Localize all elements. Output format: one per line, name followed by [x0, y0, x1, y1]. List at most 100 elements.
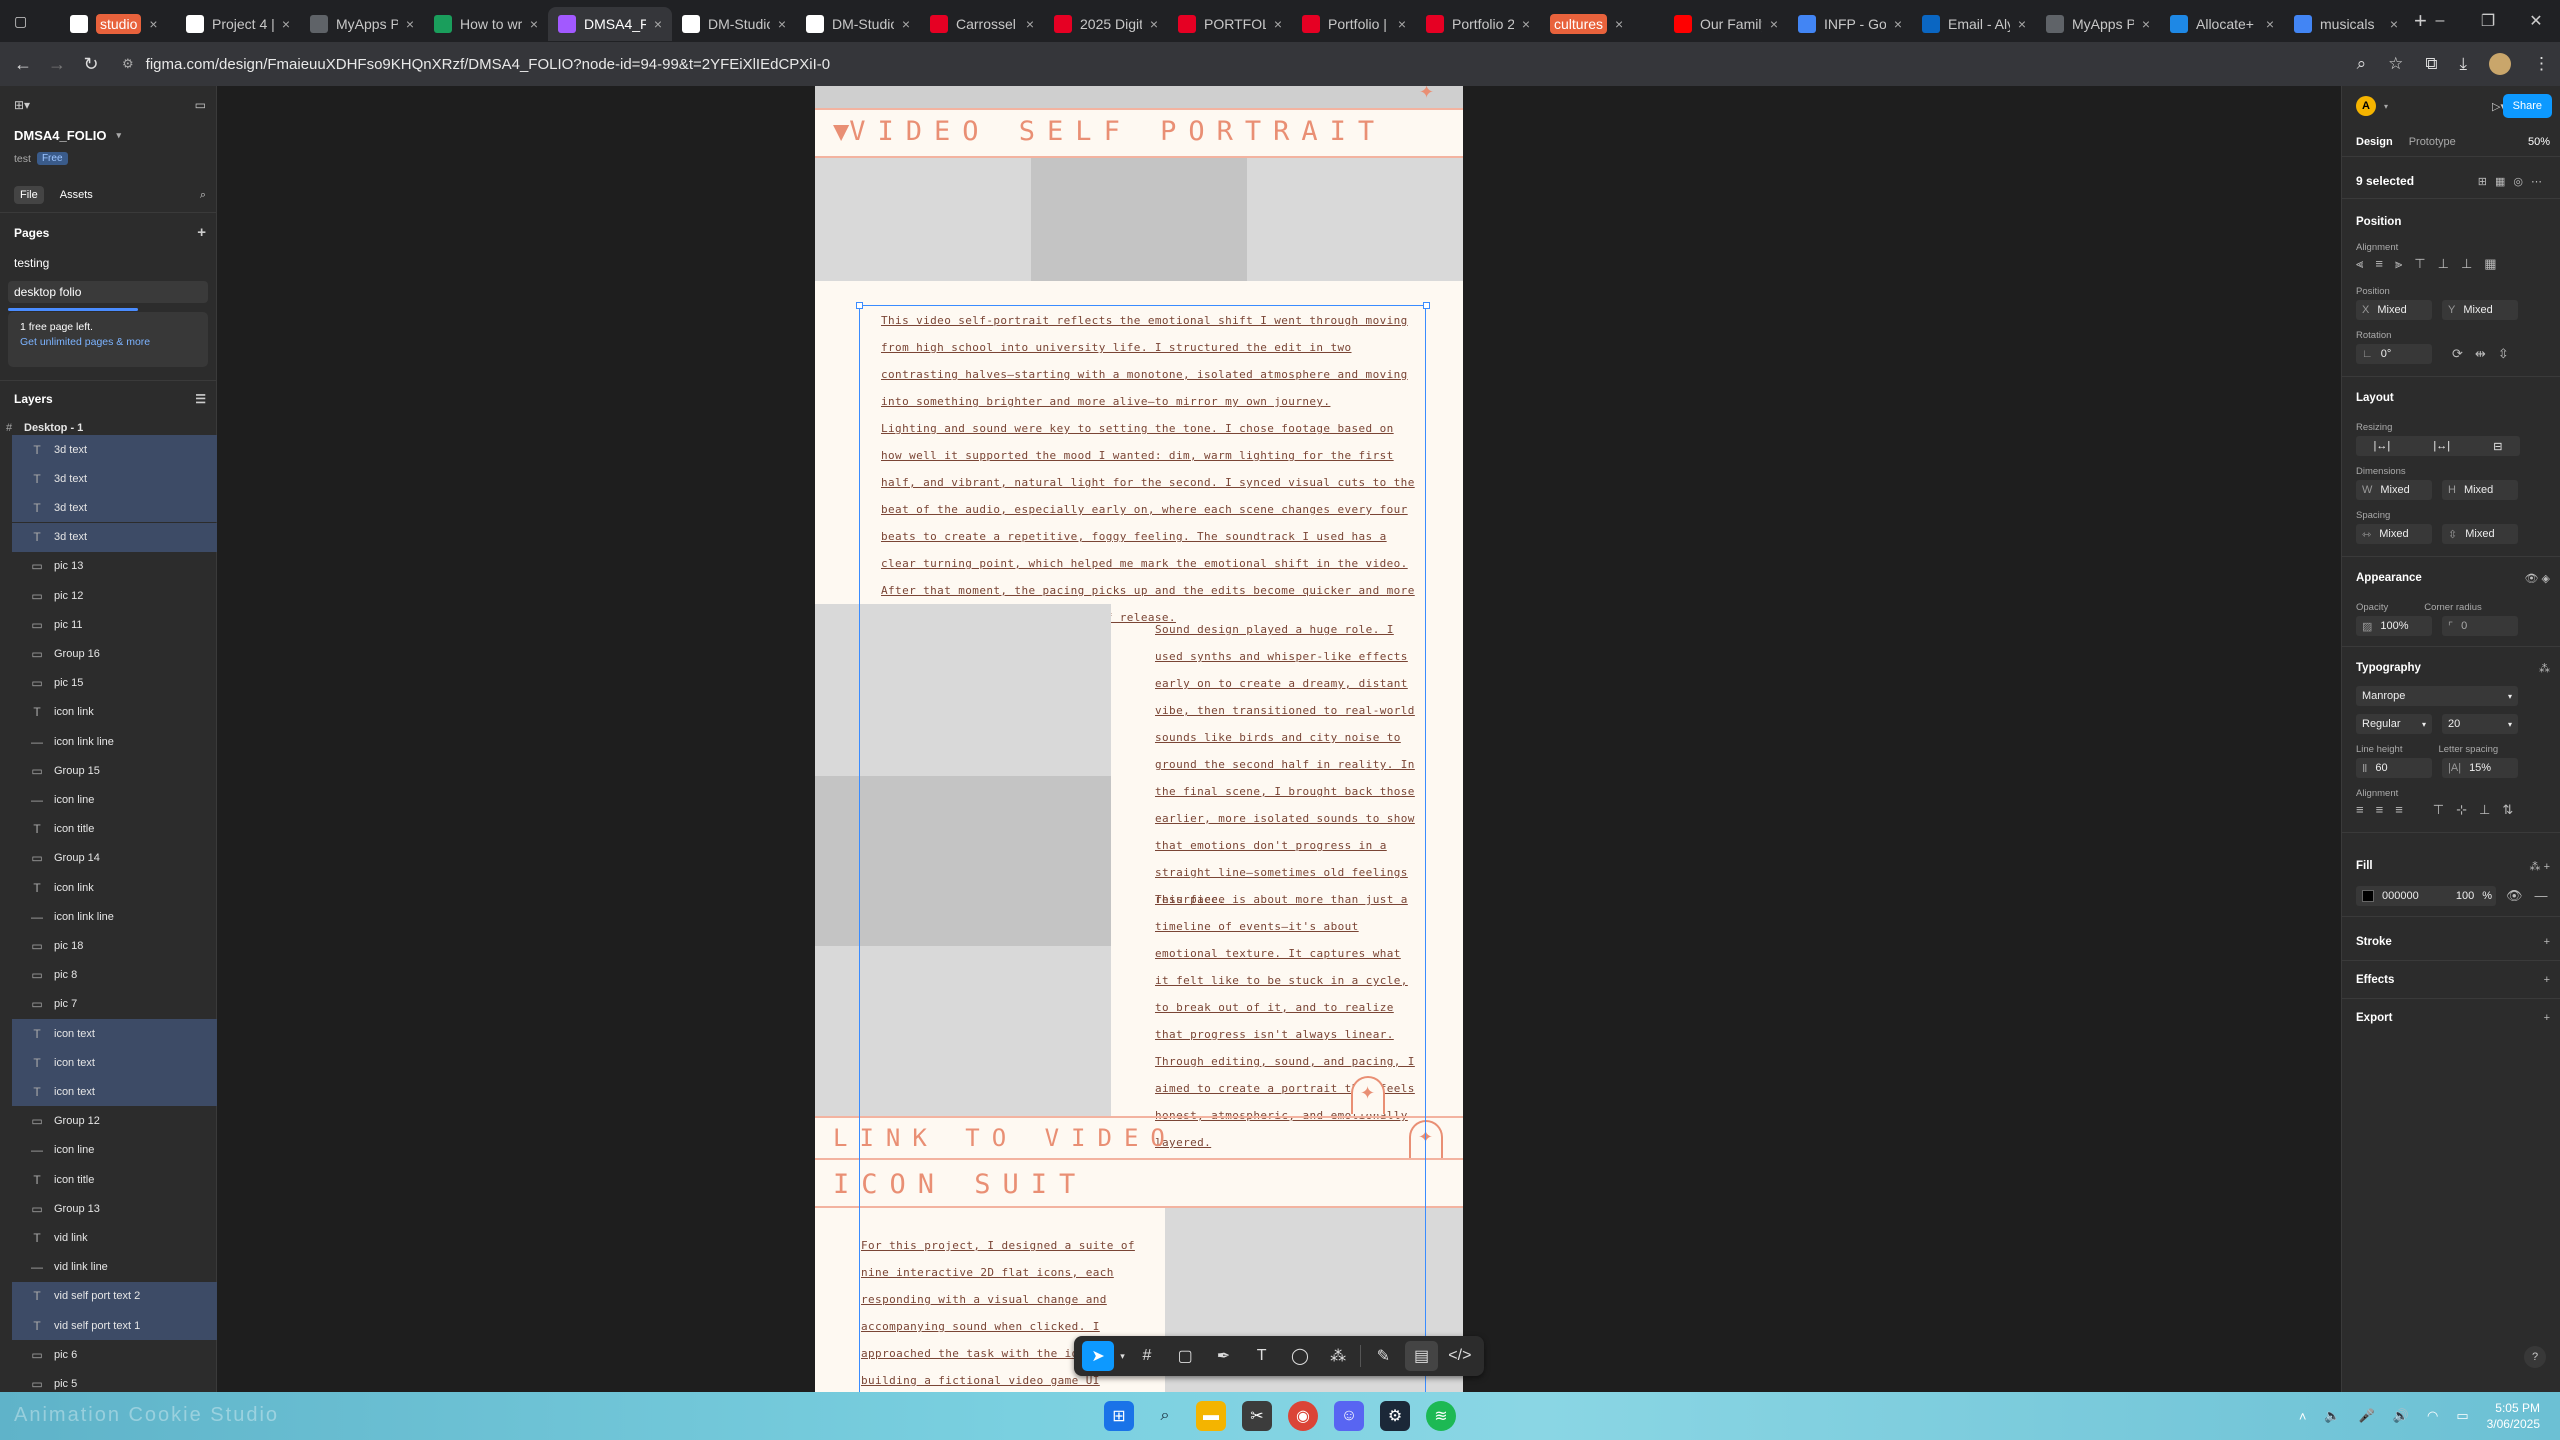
- add-export-icon[interactable]: +: [2544, 1012, 2550, 1024]
- browser-tab[interactable]: Carrossel ×: [920, 7, 1044, 41]
- effects-header[interactable]: Effects +: [2356, 974, 2550, 986]
- selection-bounds[interactable]: [859, 305, 1426, 1392]
- spacing-field-a[interactable]: ⇿ Mixed: [2356, 524, 2432, 544]
- close-tab-icon[interactable]: ×: [2142, 16, 2150, 32]
- search-icon[interactable]: ⌕: [1150, 1401, 1180, 1431]
- discord-icon[interactable]: ☺: [1334, 1401, 1364, 1431]
- close-tab-icon[interactable]: ×: [1274, 16, 1282, 32]
- close-tab-icon[interactable]: ×: [530, 16, 538, 32]
- browser-tab[interactable]: cultures ×: [1540, 7, 1664, 41]
- opacity-field[interactable]: ▨ 100%: [2356, 616, 2432, 636]
- layer-row[interactable]: Tvid self port text 2: [12, 1281, 217, 1311]
- close-tab-icon[interactable]: ×: [1894, 16, 1902, 32]
- rotation-field[interactable]: ∟ 0°: [2356, 344, 2432, 364]
- add-fill-icon[interactable]: ⁂ +: [2530, 860, 2550, 873]
- user-avatar[interactable]: A: [2356, 96, 2376, 116]
- selection-tools-icons[interactable]: ⊞▦◎⋯: [2478, 175, 2550, 188]
- tab-file[interactable]: File: [14, 186, 44, 204]
- close-tab-icon[interactable]: ×: [1615, 16, 1623, 32]
- page-item-desktop-folio[interactable]: desktop folio: [8, 281, 208, 303]
- tab-search-icon[interactable]: ▢: [14, 13, 27, 30]
- search-icon[interactable]: ⌕: [200, 189, 206, 202]
- download-icon[interactable]: ⤓: [2459, 54, 2467, 74]
- text-tool-icon[interactable]: T: [1246, 1341, 1278, 1371]
- browser-tab[interactable]: INFP - Goo ×: [1788, 7, 1912, 41]
- font-size-field[interactable]: 20 ▾: [2442, 714, 2518, 734]
- add-stroke-icon[interactable]: +: [2544, 936, 2550, 948]
- layer-row[interactable]: Ticon text: [12, 1048, 217, 1078]
- fixed-width-icon[interactable]: |↔|: [2374, 440, 2391, 452]
- text-align-top-icon[interactable]: ⊤: [2433, 802, 2444, 818]
- close-tab-icon[interactable]: ×: [1150, 16, 1158, 32]
- url-field[interactable]: ⚙ figma.com/design/FmaieuuXDHFso9KHQnXRz…: [122, 56, 830, 73]
- layer-row[interactable]: Ticon title: [12, 815, 217, 844]
- width-field[interactable]: W Mixed: [2356, 480, 2432, 500]
- layer-row[interactable]: T 3d text: [12, 464, 217, 494]
- tab-assets[interactable]: Assets: [60, 189, 93, 201]
- layer-row[interactable]: — icon line: [12, 785, 217, 814]
- bookmark-star-icon[interactable]: ☆: [2388, 54, 2403, 74]
- remove-fill-icon[interactable]: —: [2535, 888, 2548, 904]
- line-height-field[interactable]: Ⅱ 60: [2356, 758, 2432, 778]
- close-tab-icon[interactable]: ×: [2390, 16, 2398, 32]
- file-explorer-icon[interactable]: ▬: [1196, 1401, 1226, 1431]
- layer-row[interactable]: ▭ pic 6: [12, 1340, 217, 1369]
- layer-row[interactable]: — icon line: [12, 1136, 217, 1165]
- browser-tab[interactable]: Portfolio | ×: [1292, 7, 1416, 41]
- page-item-testing[interactable]: testing: [8, 252, 208, 274]
- browser-tab[interactable]: 2025 Digit ×: [1044, 7, 1168, 41]
- figma-canvas[interactable]: ✦ ▼VIDEO SELF PORTRAIT This video self-p…: [217, 86, 2341, 1392]
- clock[interactable]: 5:05 PM 3/06/2025: [2487, 1400, 2540, 1432]
- text-styles-icon[interactable]: ⁂: [2539, 662, 2550, 675]
- close-tab-icon[interactable]: ×: [406, 16, 414, 32]
- forward-icon[interactable]: →: [40, 54, 74, 75]
- close-tab-icon[interactable]: ×: [1522, 16, 1530, 32]
- steam-icon[interactable]: ⚙: [1380, 1401, 1410, 1431]
- actions-tool-icon[interactable]: ⁂: [1322, 1341, 1354, 1371]
- font-family-select[interactable]: Manrope ▾: [2356, 686, 2518, 706]
- add-page-icon[interactable]: +: [197, 224, 206, 241]
- layer-row[interactable]: ▭ pic 13: [12, 552, 217, 581]
- figma-menu-icon[interactable]: ⊞▾: [14, 98, 30, 112]
- close-tab-icon[interactable]: ×: [1026, 16, 1034, 32]
- microphone-icon[interactable]: 🎤: [2359, 1408, 2375, 1424]
- promo-link[interactable]: Get unlimited pages & more: [20, 335, 196, 350]
- wifi-icon[interactable]: ◠: [2427, 1408, 2438, 1424]
- layer-row[interactable]: Ticon text: [12, 1019, 217, 1048]
- layer-row[interactable]: ▭ Group 12: [12, 1107, 217, 1136]
- browser-tab[interactable]: Email - Aly ×: [1912, 7, 2036, 41]
- browser-tab[interactable]: Allocate+ ×: [2160, 7, 2284, 41]
- fill-icon[interactable]: ⊟: [2493, 440, 2502, 453]
- layer-row[interactable]: T 3d text: [12, 435, 217, 464]
- profile-avatar[interactable]: [2489, 53, 2511, 75]
- design-mode-icon[interactable]: ▤: [1405, 1341, 1438, 1371]
- layer-row[interactable]: ▭ Group 14: [12, 844, 217, 873]
- chrome-icon[interactable]: ◉: [1288, 1401, 1318, 1431]
- zoom-icon[interactable]: ⌕: [2357, 54, 2367, 74]
- layer-row[interactable]: ▭ pic 12: [12, 581, 217, 610]
- close-tab-icon[interactable]: ×: [654, 16, 662, 32]
- browser-tab[interactable]: studio ×: [60, 7, 176, 41]
- browser-tab[interactable]: DMSA4_FOL ×: [548, 7, 672, 41]
- minimize-icon[interactable]: –: [2416, 12, 2464, 30]
- tab-prototype[interactable]: Prototype: [2409, 136, 2456, 148]
- browser-tab[interactable]: Portfolio 2 ×: [1416, 7, 1540, 41]
- close-tab-icon[interactable]: ×: [1398, 16, 1406, 32]
- text-align-center-icon[interactable]: ≡: [2376, 802, 2384, 818]
- tray-overflow-icon[interactable]: ˄: [2299, 1409, 2307, 1424]
- letter-spacing-field[interactable]: |A| 15%: [2442, 758, 2518, 778]
- spotify-icon[interactable]: ≋: [1426, 1401, 1456, 1431]
- browser-tab[interactable]: PORTFOLI ×: [1168, 7, 1292, 41]
- move-tool-icon[interactable]: ➤: [1082, 1341, 1115, 1371]
- layer-row[interactable]: ▭ pic 8: [12, 961, 217, 990]
- align-middle-icon[interactable]: ⊥: [2438, 256, 2449, 272]
- selection-handle[interactable]: [1423, 302, 1430, 309]
- layer-row[interactable]: T 3d text: [12, 522, 217, 552]
- corner-radius-field[interactable]: ⌜ 0: [2442, 616, 2518, 636]
- toggle-sidebar-icon[interactable]: ▭: [195, 98, 206, 112]
- battery-icon[interactable]: ▭: [2456, 1408, 2468, 1424]
- fill-visibility-icon[interactable]: 👁: [2506, 888, 2523, 904]
- align-right-icon[interactable]: ⫸: [2395, 256, 2402, 272]
- chevron-down-icon[interactable]: ▾: [2384, 102, 2388, 111]
- speaker-icon[interactable]: 🔈: [2324, 1408, 2340, 1424]
